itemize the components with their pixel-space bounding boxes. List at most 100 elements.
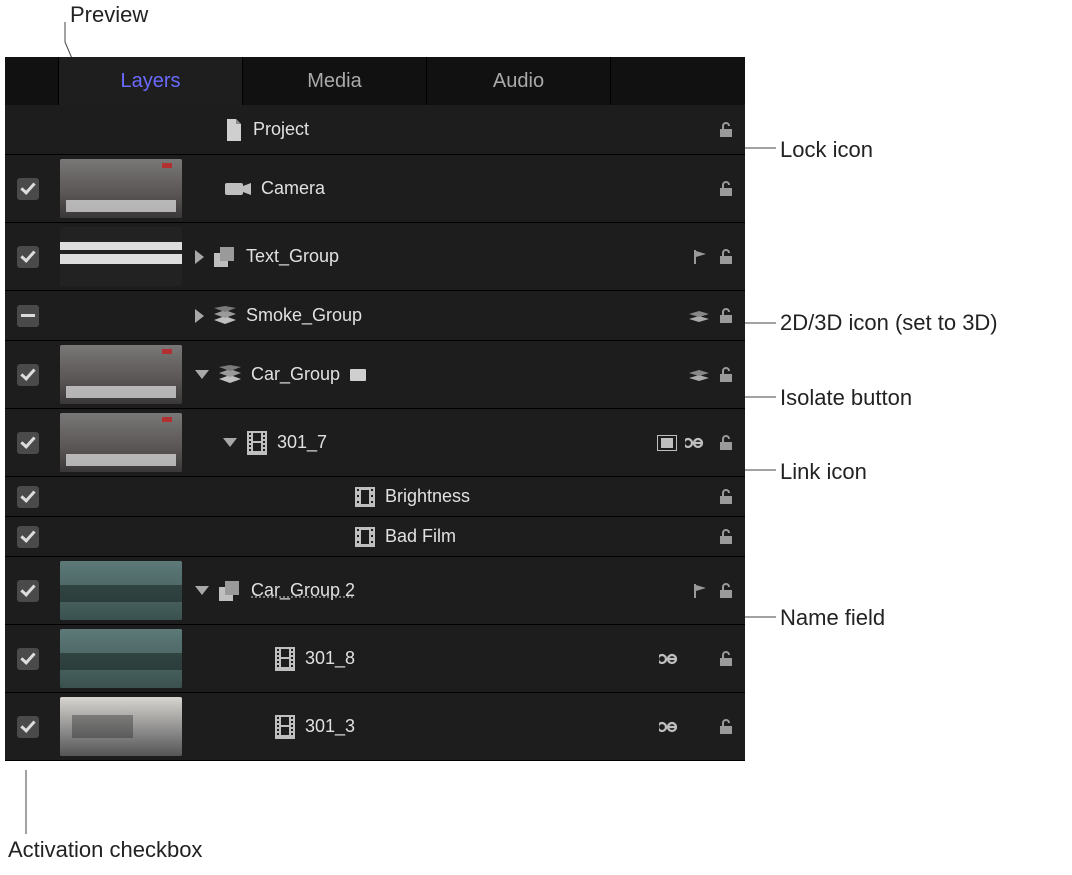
lock-icon[interactable] [717, 180, 735, 198]
activation-checkbox[interactable] [17, 246, 39, 268]
project-body: Project [225, 105, 625, 154]
callout-activation: Activation checkbox [8, 837, 202, 863]
filmstrip-icon [275, 715, 295, 739]
text-group-body: Text_Group [195, 223, 625, 290]
preview-thumbnail [60, 159, 182, 218]
brightness-body: Brightness [285, 477, 625, 516]
filmstrip-icon [247, 431, 267, 455]
tab-bar: Layers Media Audio [5, 57, 745, 105]
preview-thumbnail [60, 561, 182, 620]
brightness-label: Brightness [385, 486, 470, 507]
lock-icon[interactable] [717, 650, 735, 668]
car-group-body: Car_Group [195, 341, 625, 408]
lock-icon[interactable] [717, 307, 735, 325]
disclosure-triangle-icon[interactable] [195, 586, 209, 595]
row-bad-film[interactable]: Bad Film [5, 517, 745, 557]
link-icon[interactable] [659, 652, 683, 666]
project-label: Project [253, 119, 309, 140]
row-brightness[interactable]: Brightness [5, 477, 745, 517]
text-group-label: Text_Group [246, 246, 339, 267]
tab-after-spacer [611, 57, 745, 105]
row-301-3[interactable]: 301_3 [5, 693, 745, 761]
preview-thumbnail [60, 697, 182, 756]
preview-thumbnail [60, 345, 182, 404]
isolate-flag-icon[interactable] [691, 248, 709, 266]
lock-icon[interactable] [717, 366, 735, 384]
disclosure-triangle-icon[interactable] [195, 309, 204, 323]
disclosure-triangle-icon[interactable] [223, 438, 237, 447]
group-2d-icon [214, 247, 236, 267]
lock-icon[interactable] [717, 121, 735, 139]
lock-icon[interactable] [717, 434, 735, 452]
callout-lock: Lock icon [780, 137, 873, 163]
activation-checkbox[interactable] [17, 178, 39, 200]
smoke-group-body: Smoke_Group [195, 291, 625, 340]
row-smoke-group[interactable]: Smoke_Group [5, 291, 745, 341]
r301-3-label: 301_3 [305, 716, 355, 737]
r301-7-label: 301_7 [277, 432, 327, 453]
preview-thumbnail [60, 227, 182, 286]
activation-checkbox[interactable] [17, 364, 39, 386]
activation-checkbox[interactable] [17, 526, 39, 548]
smoke-group-label: Smoke_Group [246, 305, 362, 326]
r301-8-body: 301_8 [247, 625, 625, 692]
callout-isolate: Isolate button [780, 385, 912, 411]
r301-8-label: 301_8 [305, 648, 355, 669]
document-icon [225, 119, 243, 141]
callout-link: Link icon [780, 459, 867, 485]
row-text-group[interactable]: Text_Group [5, 223, 745, 291]
activation-checkbox[interactable] [17, 648, 39, 670]
mask-indicator-icon[interactable] [657, 435, 677, 451]
layers-panel: Layers Media Audio Project Camera [5, 57, 745, 761]
row-project[interactable]: Project [5, 105, 745, 155]
lock-icon[interactable] [717, 582, 735, 600]
callout-name-field: Name field [780, 605, 885, 631]
group-3d-icon [214, 306, 236, 326]
group-3d-icon [219, 365, 241, 385]
toggle-2d3d-icon[interactable] [689, 366, 709, 384]
camera-body: Camera [225, 155, 625, 222]
callout-preview: Preview [70, 2, 148, 28]
tab-spacer [5, 57, 59, 105]
lock-icon[interactable] [717, 528, 735, 546]
filter-filmstrip-icon [355, 527, 375, 547]
row-301-7[interactable]: 301_7 [5, 409, 745, 477]
lock-icon[interactable] [717, 248, 735, 266]
row-301-8[interactable]: 301_8 [5, 625, 745, 693]
activation-checkbox[interactable] [17, 486, 39, 508]
lock-icon[interactable] [717, 718, 735, 736]
link-icon[interactable] [659, 720, 683, 734]
bad-film-body: Bad Film [285, 517, 625, 556]
car-group-label: Car_Group [251, 364, 340, 385]
tab-media[interactable]: Media [243, 57, 427, 105]
preview-thumbnail [60, 413, 182, 472]
row-car-group[interactable]: Car_Group [5, 341, 745, 409]
filmstrip-icon [275, 647, 295, 671]
preview-thumbnail [60, 629, 182, 688]
tab-audio[interactable]: Audio [427, 57, 611, 105]
camera-label: Camera [261, 178, 325, 199]
activation-checkbox[interactable] [17, 580, 39, 602]
link-icon[interactable] [685, 436, 709, 450]
activation-checkbox[interactable] [17, 716, 39, 738]
disclosure-triangle-icon[interactable] [195, 250, 204, 264]
camera-icon [225, 181, 251, 197]
group-2d-icon [219, 581, 241, 601]
car-group-2-body: Car_Group 2 [195, 557, 625, 624]
row-camera[interactable]: Camera [5, 155, 745, 223]
activation-checkbox[interactable] [17, 432, 39, 454]
row-car-group-2[interactable]: Car_Group 2 [5, 557, 745, 625]
lock-icon[interactable] [717, 488, 735, 506]
tab-layers[interactable]: Layers [59, 57, 243, 105]
isolate-flag-icon[interactable] [691, 582, 709, 600]
activation-checkbox[interactable] [17, 305, 39, 327]
callout-3d: 2D/3D icon (set to 3D) [780, 310, 998, 336]
isolate-button[interactable] [350, 369, 366, 381]
r301-7-body: 301_7 [195, 409, 625, 476]
name-field[interactable]: Car_Group 2 [251, 580, 355, 601]
filter-filmstrip-icon [355, 487, 375, 507]
r301-3-body: 301_3 [247, 693, 625, 760]
toggle-2d3d-icon[interactable] [689, 307, 709, 325]
bad-film-label: Bad Film [385, 526, 456, 547]
disclosure-triangle-icon[interactable] [195, 370, 209, 379]
